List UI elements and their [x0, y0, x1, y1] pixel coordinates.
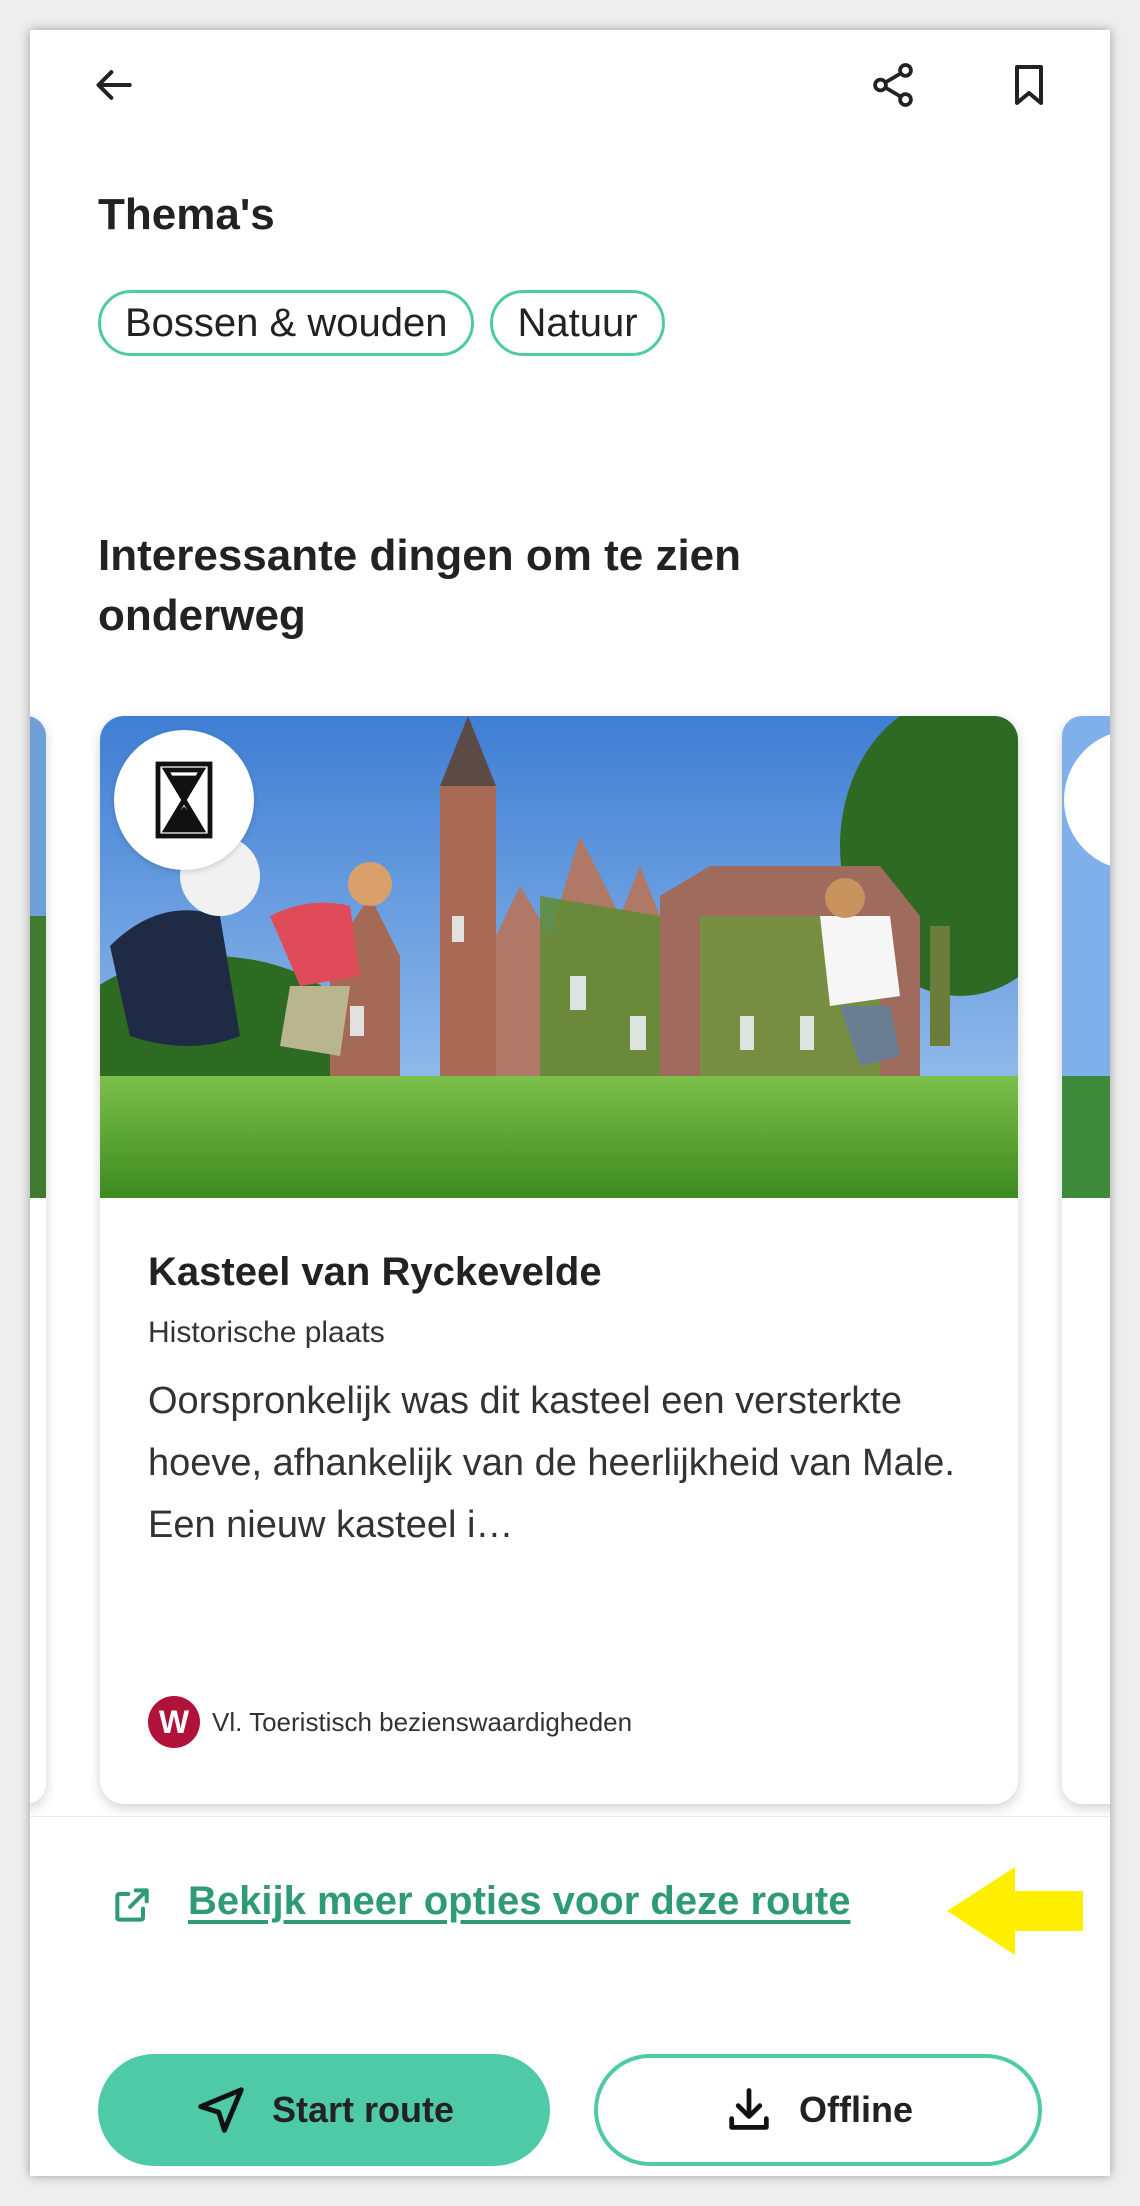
- source-logo-icon: W: [148, 1696, 200, 1748]
- start-route-button[interactable]: Start route: [98, 2054, 550, 2166]
- previous-card-peek[interactable]: [30, 716, 46, 1804]
- annotation-arrow-icon: [947, 1867, 1083, 1955]
- app-screen: Thema's Bossen & wouden Natuur Interessa…: [30, 30, 1110, 2176]
- poi-source-label: Vl. Toeristisch bezienswaardigheden: [212, 1706, 633, 1737]
- category-badge: [114, 730, 254, 870]
- poi-carousel[interactable]: Kasteel van Ryckevelde Historische plaat…: [30, 686, 1110, 1816]
- theme-chip-bossen[interactable]: Bossen & wouden: [98, 290, 475, 356]
- theme-chip-natuur[interactable]: Natuur: [490, 290, 665, 356]
- previous-card-image: [30, 716, 46, 1804]
- poi-title: Kasteel van Ryckevelde: [148, 1250, 602, 1294]
- poi-category: Historische plaats: [148, 1316, 385, 1349]
- back-button[interactable]: [80, 50, 150, 120]
- poi-source: W Vl. Toeristisch bezienswaardigheden: [148, 1696, 632, 1748]
- start-route-label: Start route: [271, 2089, 455, 2130]
- themes-title: Thema's: [98, 190, 275, 239]
- download-icon: [729, 2088, 769, 2130]
- more-options-link[interactable]: Bekijk meer opties voor deze route: [188, 1879, 850, 1924]
- bookmark-button[interactable]: [994, 50, 1064, 120]
- top-bar: [30, 30, 1110, 140]
- hourglass-icon: [155, 761, 213, 839]
- arrow-left-icon: [96, 70, 132, 100]
- next-card-peek[interactable]: [1062, 716, 1110, 1804]
- svg-text:W: W: [159, 1704, 190, 1740]
- external-link-icon: [115, 1888, 149, 1922]
- share-button[interactable]: [858, 50, 928, 120]
- more-options-row: Bekijk meer opties voor deze route: [30, 1816, 1110, 2008]
- poi-card[interactable]: Kasteel van Ryckevelde Historische plaat…: [100, 716, 1018, 1804]
- offline-button[interactable]: Offline: [594, 2054, 1042, 2166]
- offline-label: Offline: [799, 2089, 913, 2130]
- next-card-image: [1062, 716, 1110, 1804]
- bookmark-icon: [1015, 65, 1043, 105]
- poi-description: Oorspronkelijk was dit kasteel een verst…: [148, 1380, 955, 1546]
- poi-section-title: Interessante dingen om te zien onderweg: [98, 531, 742, 640]
- share-icon: [873, 63, 913, 107]
- bottom-action-bar: Start route Offline: [30, 2006, 1110, 2176]
- navigation-arrow-icon: [198, 2087, 244, 2133]
- theme-chips: Bossen & wouden Natuur: [98, 290, 665, 356]
